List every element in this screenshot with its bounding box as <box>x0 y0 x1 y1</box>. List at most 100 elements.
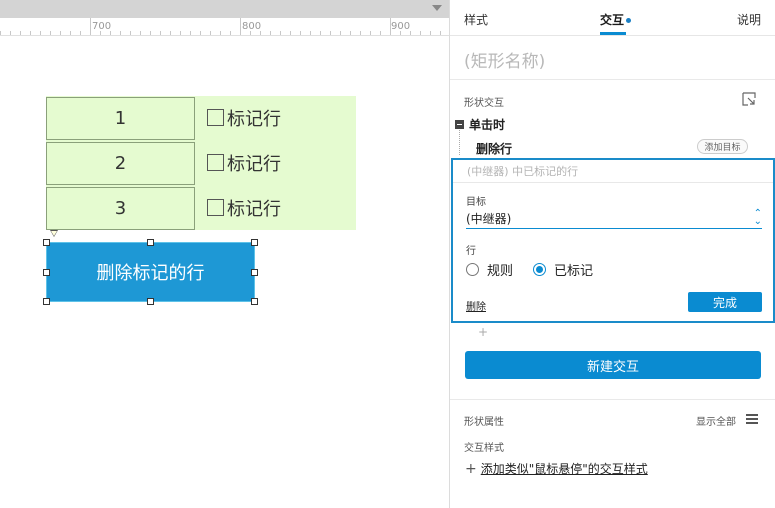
divider <box>450 399 775 400</box>
ruler-tick <box>260 31 261 35</box>
ruler-tick <box>220 31 221 35</box>
ruler-tick <box>350 31 351 35</box>
ruler-tick <box>110 31 111 35</box>
ruler-tick <box>140 31 141 35</box>
ruler-tick <box>60 31 61 35</box>
ruler-tick <box>50 31 51 35</box>
horizontal-ruler: 700 800 900 <box>0 18 449 36</box>
mark-row-label: 标记行 <box>227 109 281 130</box>
tab-interaction[interactable]: 交互 <box>600 11 632 28</box>
inspector-tabs: 样式 交互 说明 <box>450 0 775 36</box>
mark-row-label: 标记行 <box>227 199 281 220</box>
radio-rule-label: 规则 <box>487 264 514 279</box>
collapse-icon[interactable] <box>455 120 464 129</box>
ruler-tick <box>190 31 191 35</box>
add-interaction-style-link[interactable]: + 添加类似"鼠标悬停"的交互样式 <box>465 460 648 477</box>
mark-row-checkbox[interactable] <box>207 109 224 126</box>
resize-handle[interactable] <box>43 269 50 276</box>
ruler-tick <box>200 31 201 35</box>
tab-style[interactable]: 样式 <box>464 11 488 28</box>
ruler-tick <box>130 31 131 35</box>
active-tab-indicator <box>600 32 626 35</box>
hamburger-menu-icon[interactable] <box>746 414 758 424</box>
ruler-tick <box>330 31 331 35</box>
done-button[interactable]: 完成 <box>688 292 762 312</box>
ruler-tick <box>420 31 421 35</box>
tree-connector <box>459 130 460 155</box>
plus-icon: + <box>465 461 477 477</box>
active-dot-icon <box>626 18 632 23</box>
ruler-tick <box>10 31 11 35</box>
ruler-tick <box>370 31 371 35</box>
resize-handle[interactable] <box>43 239 50 246</box>
ruler-major-tick <box>90 18 91 35</box>
action-delete-rows[interactable]: 删除行 <box>476 140 512 157</box>
ruler-tick <box>360 31 361 35</box>
canvas-toolbar-strip <box>0 0 449 18</box>
mark-row-checkbox[interactable] <box>207 154 224 171</box>
ruler-tick <box>340 31 341 35</box>
resize-handle[interactable] <box>147 298 154 305</box>
repeater-row: 1 标记行 <box>46 96 356 140</box>
expand-editor-icon[interactable] <box>742 92 756 106</box>
ruler-tick <box>250 31 251 35</box>
ruler-tick <box>170 31 171 35</box>
target-label: 目标 <box>466 197 486 208</box>
resize-handle[interactable] <box>251 239 258 246</box>
show-all-link[interactable]: 显示全部 <box>696 413 736 428</box>
row-number-cell[interactable]: 3 <box>46 187 195 230</box>
ruler-label-700: 700 <box>92 21 112 32</box>
radio-marked[interactable] <box>533 263 546 276</box>
repeater-row: 3 标记行 <box>46 186 356 230</box>
ruler-tick <box>30 31 31 35</box>
resize-handle[interactable] <box>251 298 258 305</box>
radio-rule[interactable] <box>466 263 479 276</box>
interaction-style-label: 交互样式 <box>464 443 504 454</box>
ruler-tick <box>270 31 271 35</box>
ruler-tick <box>230 31 231 35</box>
repeater-row: 2 标记行 <box>46 141 356 185</box>
dropdown-arrow-icon[interactable] <box>432 5 442 11</box>
delete-action-link[interactable]: 删除 <box>466 298 486 313</box>
ruler-tick <box>410 31 411 35</box>
ruler-tick <box>320 31 321 35</box>
ruler-tick <box>380 31 381 35</box>
ruler-tick <box>80 31 81 35</box>
ruler-tick <box>70 31 71 35</box>
divider <box>450 79 775 80</box>
mark-row-label: 标记行 <box>227 154 281 175</box>
resize-handle[interactable] <box>43 298 50 305</box>
resize-handle[interactable] <box>251 269 258 276</box>
ruler-major-tick <box>240 18 241 35</box>
add-target-button[interactable]: 添加目标 <box>697 139 748 154</box>
add-action-plus-icon[interactable]: + <box>478 325 488 339</box>
divider <box>453 182 773 183</box>
row-number-cell[interactable]: 1 <box>46 97 195 140</box>
ruler-tick <box>20 31 21 35</box>
new-interaction-button[interactable]: 新建交互 <box>465 351 761 379</box>
ruler-tick <box>210 31 211 35</box>
add-style-text: 添加类似"鼠标悬停"的交互样式 <box>480 462 648 476</box>
shape-name-input[interactable]: (矩形名称) <box>464 47 545 72</box>
radio-marked-label: 已标记 <box>554 264 594 279</box>
event-on-click[interactable]: 单击时 <box>455 116 505 133</box>
ruler-tick <box>100 31 101 35</box>
ruler-tick <box>440 31 441 35</box>
ruler-tick <box>300 31 301 35</box>
ruler-tick <box>310 31 311 35</box>
design-canvas[interactable]: 700 800 900 1 标记行 2 标记行 3 标记行 删除标记的行 <box>0 0 449 508</box>
target-select[interactable]: (中继器) ⌃ ⌄ <box>466 208 762 229</box>
tab-notes[interactable]: 说明 <box>737 11 761 28</box>
rows-label: 行 <box>466 246 476 257</box>
row-number-cell[interactable]: 2 <box>46 142 195 185</box>
select-updown-icon: ⌃ ⌄ <box>753 208 762 227</box>
tab-interaction-label: 交互 <box>600 13 625 27</box>
ruler-tick <box>160 31 161 35</box>
ruler-tick <box>290 31 291 35</box>
shape-interactions-label: 形状交互 <box>464 98 504 109</box>
resize-handle[interactable] <box>147 239 154 246</box>
ruler-tick <box>40 31 41 35</box>
inspector-panel: 样式 交互 说明 (矩形名称) 形状交互 单击时 删除行 添加目标 (中继器) … <box>449 0 775 508</box>
mark-row-checkbox[interactable] <box>207 199 224 216</box>
delete-marked-rows-button[interactable]: 删除标记的行 <box>46 242 255 302</box>
